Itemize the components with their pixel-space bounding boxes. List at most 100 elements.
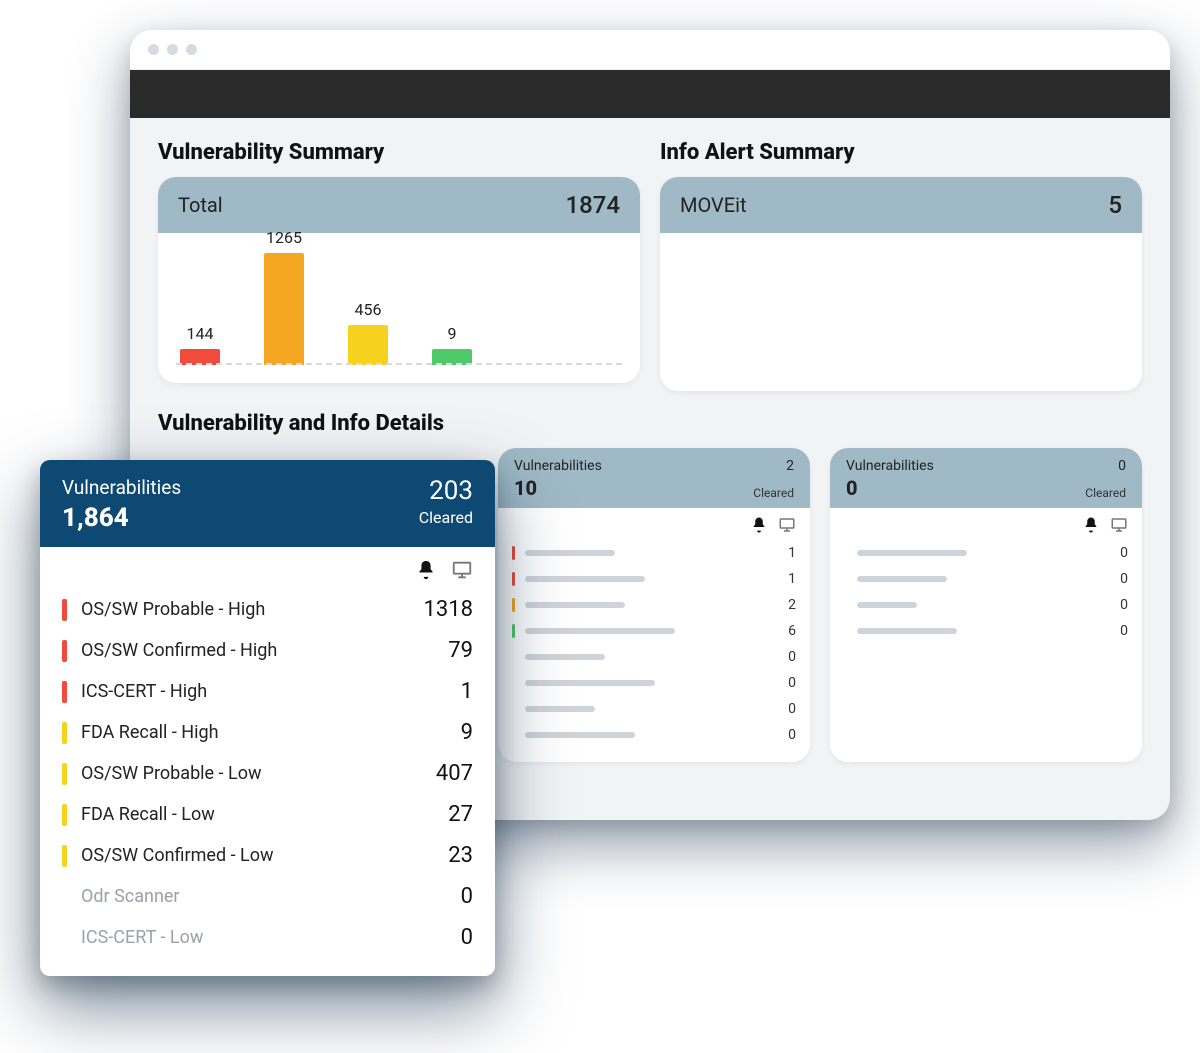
vuln-row-label: FDA Recall - Low (81, 804, 215, 825)
detail-row-value: 0 (1120, 597, 1128, 613)
detail-card: Vulnerabilities00Cleared0000 (830, 448, 1142, 762)
vuln-row-value: 0 (461, 884, 473, 909)
detail-row-value: 0 (788, 649, 796, 665)
detail-row-skeleton (525, 550, 615, 556)
detail-row: 2 (512, 592, 796, 618)
vuln-row-label: OS/SW Probable - High (81, 599, 265, 620)
bell-icon[interactable] (1082, 516, 1100, 534)
detail-row-skeleton (525, 602, 625, 608)
monitor-icon[interactable] (778, 516, 796, 534)
vuln-row-label: OS/SW Confirmed - High (81, 640, 277, 661)
detail-row-skeleton (857, 576, 947, 582)
traffic-light-dot[interactable] (186, 44, 197, 55)
chart-bar-rect (348, 325, 388, 365)
vuln-row-label: OS/SW Probable - Low (81, 763, 261, 784)
window-controls (130, 30, 1170, 70)
severity-tick (62, 722, 67, 744)
detail-row-skeleton (857, 550, 967, 556)
detail-row-value: 0 (788, 675, 796, 691)
severity-tick (844, 546, 847, 560)
vuln-row: Odr Scanner 0 (62, 876, 473, 917)
severity-tick (512, 650, 515, 664)
vuln-summary-chart: 14412654569 (158, 233, 640, 383)
traffic-light-dot[interactable] (167, 44, 178, 55)
vuln-float-header: Vulnerabilities 1,864 203 Cleared (40, 460, 495, 547)
chart-bar-label: 1265 (266, 228, 302, 247)
detail-card: Vulnerabilities210Cleared11260000 (498, 448, 810, 762)
details-title: Vulnerability and Info Details (158, 411, 1142, 436)
vuln-row-label: FDA Recall - High (81, 722, 219, 743)
severity-tick (844, 598, 847, 612)
vuln-float-count: 1,864 (62, 503, 181, 533)
vuln-row-label: OS/SW Confirmed - Low (81, 845, 274, 866)
severity-tick (62, 763, 67, 785)
detail-row-value: 0 (1120, 545, 1128, 561)
chart-bar-label: 9 (448, 324, 457, 343)
vuln-row-label: ICS-CERT - High (81, 681, 207, 702)
vuln-row: ICS-CERT - High 1 (62, 671, 473, 712)
chart-bar-rect (264, 253, 304, 365)
detail-row: 0 (844, 618, 1128, 644)
detail-row-value: 0 (1120, 623, 1128, 639)
vuln-summary-total-label: Total (178, 193, 223, 217)
info-alert-title: Info Alert Summary (660, 140, 1142, 165)
vuln-row: ICS-CERT - Low 0 (62, 917, 473, 958)
severity-tick (844, 572, 847, 586)
chart-bar: 1265 (264, 228, 304, 365)
detail-row: 0 (844, 592, 1128, 618)
severity-tick (512, 728, 515, 742)
severity-tick (512, 676, 515, 690)
vuln-float-title: Vulnerabilities (62, 476, 181, 499)
chart-baseline (176, 363, 622, 365)
severity-tick (62, 845, 67, 867)
chart-bar: 144 (180, 324, 220, 365)
detail-row-value: 2 (788, 597, 796, 613)
detail-row: 0 (512, 670, 796, 696)
severity-tick (62, 599, 67, 621)
chart-bar-label: 456 (355, 300, 382, 319)
detail-card-count: 0 (846, 476, 858, 500)
detail-card-label: Vulnerabilities (514, 458, 602, 474)
detail-row: 0 (844, 540, 1128, 566)
detail-row: 1 (512, 566, 796, 592)
chart-bar: 9 (432, 324, 472, 365)
vuln-row: OS/SW Probable - Low 407 (62, 753, 473, 794)
vuln-row-value: 79 (448, 638, 473, 663)
detail-card-cleared-label: Cleared (1085, 486, 1126, 500)
detail-row: 6 (512, 618, 796, 644)
severity-tick (512, 546, 515, 560)
detail-row: 0 (844, 566, 1128, 592)
vuln-row-value: 27 (448, 802, 473, 827)
bell-icon[interactable] (750, 516, 768, 534)
severity-tick (62, 804, 67, 826)
vuln-row-value: 1318 (424, 597, 473, 622)
monitor-icon[interactable] (451, 559, 473, 581)
vuln-row-value: 23 (448, 843, 473, 868)
detail-row-value: 0 (788, 727, 796, 743)
detail-row-skeleton (525, 576, 645, 582)
severity-tick (512, 598, 515, 612)
chart-bar-label: 144 (187, 324, 214, 343)
vuln-row-value: 407 (436, 761, 473, 786)
vuln-row-label: ICS-CERT - Low (81, 927, 203, 948)
vuln-row-value: 1 (461, 679, 473, 704)
vuln-row-value: 0 (461, 925, 473, 950)
detail-card-head: Vulnerabilities00Cleared (830, 448, 1142, 508)
detail-row-skeleton (857, 628, 957, 634)
chart-bar: 456 (348, 300, 388, 365)
severity-tick (512, 624, 515, 638)
traffic-light-dot[interactable] (148, 44, 159, 55)
severity-tick (512, 572, 515, 586)
bell-icon[interactable] (415, 559, 437, 581)
vuln-row: FDA Recall - Low 27 (62, 794, 473, 835)
vuln-float-cleared-label: Cleared (419, 508, 473, 527)
detail-card-label: Vulnerabilities (846, 458, 934, 474)
vuln-row: OS/SW Confirmed - Low 23 (62, 835, 473, 876)
detail-row-value: 1 (788, 545, 796, 561)
monitor-icon[interactable] (1110, 516, 1128, 534)
vuln-row: FDA Recall - High9 (62, 712, 473, 753)
detail-row-skeleton (525, 706, 595, 712)
detail-row-value: 6 (788, 623, 796, 639)
vuln-row-label: Odr Scanner (81, 886, 180, 907)
severity-tick (62, 640, 67, 662)
